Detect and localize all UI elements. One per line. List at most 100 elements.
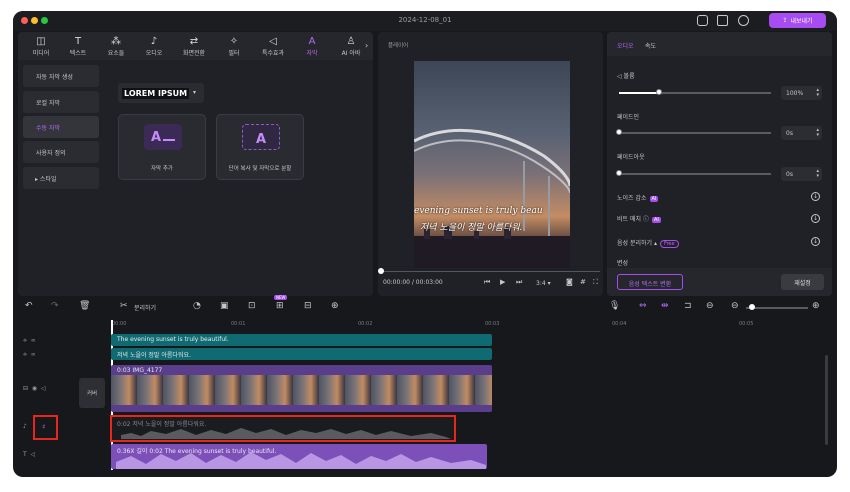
video-preview[interactable]: evening sunset is truly beau 저녁 노을이 정말 아… bbox=[414, 61, 570, 268]
caption-tool-icon[interactable]: ⊞ bbox=[276, 301, 284, 311]
download-noise-icon[interactable]: ↓ bbox=[811, 192, 820, 201]
link-icon[interactable]: ⇹ bbox=[661, 301, 669, 311]
fade-in-slider-handle[interactable] bbox=[616, 129, 622, 135]
subtitle-clip-en[interactable]: The evening sunset is truly beautiful. bbox=[111, 334, 492, 346]
library-panel: ◫ 미디어 T 텍스트 ⁂ 요소들 ♪ 오디오 ⇄ 화면전환 ✧ 필터 ◁ 특수효과 A 자막 … bbox=[18, 32, 373, 296]
mask-icon[interactable]: ▣ bbox=[220, 301, 229, 311]
properties-tabs: 오디오 속도 bbox=[607, 32, 832, 56]
toolbar-more-icon[interactable]: › bbox=[365, 41, 368, 50]
split-label[interactable]: 분리하기 bbox=[134, 303, 156, 312]
subtitle-track-2-header[interactable]: ⟡ ∞ bbox=[23, 351, 65, 359]
account-icon[interactable] bbox=[738, 15, 749, 26]
voice-track-ai-icon[interactable]: ♯ bbox=[42, 423, 45, 431]
timeline-ruler[interactable] bbox=[110, 320, 837, 330]
app-window: 2024-12-08_01 ⇪ 내보내기 ◫ 미디어 T 텍스트 ⁂ 요소들 ♪ 오디오… bbox=[13, 11, 837, 477]
zoom-slider-handle[interactable] bbox=[749, 304, 755, 310]
fullscreen-icon[interactable]: ⛶ bbox=[593, 278, 598, 287]
fade-out-label: 페이드아웃 bbox=[617, 154, 645, 161]
text-box-icon[interactable]: ⊡ bbox=[248, 301, 256, 311]
elements-icon: ⁂ bbox=[111, 36, 121, 47]
sidebar-item-custom[interactable]: 사용자 정의 bbox=[23, 141, 99, 163]
aspect-ratio-select[interactable]: 3:4 ▾ bbox=[536, 280, 551, 287]
prev-frame-icon[interactable]: ⏮ bbox=[484, 278, 490, 287]
sidebar-item-local-captions[interactable]: 로컬 자막 bbox=[23, 91, 99, 113]
redo-icon[interactable]: ↷ bbox=[51, 301, 59, 311]
microphone-icon[interactable]: 🎙 bbox=[609, 301, 620, 311]
tab-speed[interactable]: 속도 bbox=[645, 41, 656, 50]
tool-transition[interactable]: ⇄ 화면전환 bbox=[174, 35, 214, 57]
zoom-out-icon[interactable]: ⊖ bbox=[731, 301, 739, 311]
audio-track-header[interactable]: T ◁ bbox=[23, 451, 65, 458]
tool-audio[interactable]: ♪ 오디오 bbox=[134, 35, 174, 57]
noise-reduction-label: 노이즈 감소 AI bbox=[617, 195, 659, 202]
sidebar-item-style[interactable]: ▸ 스타일 bbox=[23, 167, 99, 189]
magnet-icon[interactable]: ⇔ bbox=[639, 301, 647, 311]
sidebar-item-manual-captions[interactable]: 수동 자막 bbox=[23, 116, 99, 138]
title-bar: 2024-12-08_01 ⇪ 내보내기 bbox=[13, 11, 837, 31]
play-icon[interactable]: ▶ bbox=[500, 278, 505, 286]
undo-icon[interactable]: ↶ bbox=[25, 301, 33, 311]
highlight-box-track-icon bbox=[33, 415, 58, 440]
volume-label: ◁ 볼륨 bbox=[617, 73, 635, 80]
tool-captions[interactable]: A 자막 bbox=[292, 35, 332, 57]
fade-in-input[interactable]: 0s ▴ ▾ bbox=[781, 126, 822, 140]
next-frame-icon[interactable]: ⏭ bbox=[516, 278, 522, 287]
tool-elements[interactable]: ⁂ 요소들 bbox=[96, 35, 136, 57]
sidebar-item-auto-captions[interactable]: 자동 자막 생성 bbox=[23, 65, 99, 87]
split-view-icon[interactable]: ⊐ bbox=[684, 301, 692, 311]
reset-button[interactable]: 재설정 bbox=[781, 274, 824, 290]
fit-icon[interactable]: ⊖ bbox=[706, 301, 714, 311]
preview-subtitle-en: evening sunset is truly beau bbox=[414, 206, 543, 216]
export-button[interactable]: ⇪ 내보내기 bbox=[769, 13, 826, 28]
feedback-icon[interactable] bbox=[697, 15, 708, 26]
zoom-slider[interactable] bbox=[746, 307, 808, 309]
grid-icon[interactable]: # bbox=[580, 278, 586, 286]
audio-icon: ♪ bbox=[150, 36, 158, 47]
download-separation-icon[interactable]: ↓ bbox=[811, 237, 820, 246]
export-clip-icon[interactable]: ⊕ bbox=[331, 301, 339, 311]
player-panel: 플레이어 evening sunset is truly beau 저녁 노을이… bbox=[378, 32, 603, 296]
tool-text[interactable]: T 텍스트 bbox=[58, 35, 98, 57]
scrubber-handle[interactable] bbox=[378, 268, 384, 274]
tab-audio[interactable]: 오디오 bbox=[617, 41, 634, 50]
fade-out-slider-handle[interactable] bbox=[616, 170, 622, 176]
download-icon[interactable] bbox=[717, 15, 728, 26]
fade-out-slider[interactable] bbox=[619, 173, 771, 175]
audio-clip-en[interactable]: 0.36X 길이 0:02 The evening sunset is trul… bbox=[111, 444, 487, 469]
tool-filter[interactable]: ✧ 필터 bbox=[214, 35, 254, 57]
ruler-tick: 00:02 bbox=[358, 321, 373, 327]
ruler-tick: 00:04 bbox=[612, 321, 627, 327]
video-track-header[interactable]: ⊟ ◉ ◁ bbox=[23, 385, 65, 392]
zoom-in-icon[interactable]: ⊕ bbox=[812, 301, 820, 311]
fade-in-slider[interactable] bbox=[619, 132, 771, 134]
video-clip[interactable]: 0:03 IMG_4177 bbox=[111, 365, 492, 412]
split-words-card[interactable]: A 단어 복사 및 자막으로 분할 bbox=[216, 114, 304, 180]
player-title: 플레이어 bbox=[388, 43, 409, 49]
speed-icon[interactable]: ◔ bbox=[193, 301, 201, 311]
new-badge: NEW bbox=[274, 295, 288, 300]
captions-icon: A bbox=[308, 36, 316, 47]
ai-tool-icon[interactable]: ⊟ bbox=[304, 301, 312, 311]
fade-out-input[interactable]: 0s ▴ ▾ bbox=[781, 167, 822, 181]
svg-text:A: A bbox=[151, 130, 161, 145]
scissors-icon[interactable]: ✂ bbox=[120, 301, 128, 311]
snapshot-icon[interactable]: ◙ bbox=[566, 278, 573, 286]
download-beat-icon[interactable]: ↓ bbox=[811, 214, 820, 223]
add-caption-icon: A bbox=[144, 124, 182, 150]
cover-button[interactable]: 커버 bbox=[79, 378, 105, 408]
speech-to-text-button[interactable]: 음성 텍스트 변환 bbox=[617, 274, 683, 290]
delete-icon[interactable]: 🗑 bbox=[79, 301, 90, 311]
volume-input[interactable]: 100% ▴ ▾ bbox=[781, 86, 822, 100]
subtitle-track-1-header[interactable]: ⟡ ∞ bbox=[23, 337, 65, 345]
subtitle-clip-ko[interactable]: 저녁 노을이 정말 아름다워요. bbox=[111, 348, 492, 360]
timeline-scrollbar[interactable] bbox=[825, 355, 828, 445]
add-caption-card[interactable]: A 자막 추가 bbox=[118, 114, 206, 180]
volume-slider-handle[interactable] bbox=[656, 89, 662, 95]
playback-scrubber[interactable] bbox=[382, 271, 600, 272]
tool-media[interactable]: ◫ 미디어 bbox=[21, 35, 61, 57]
tool-effects[interactable]: ◁ 특수효과 bbox=[253, 35, 293, 57]
text-icon: T bbox=[74, 36, 82, 47]
caption-style-dropdown[interactable]: LOREM IPSUM ▾ bbox=[118, 83, 204, 103]
timeline-toolbar: ↶ ↷ 🗑 ✂ 분리하기 ◔ ▣ ⊡ ⊞ ⊟ ⊕ 🎙 ⇔ ⇹ ⊐ ⊖ ⊖ ⊕ bbox=[13, 298, 837, 318]
voice-change-label: 변성 bbox=[617, 260, 629, 267]
